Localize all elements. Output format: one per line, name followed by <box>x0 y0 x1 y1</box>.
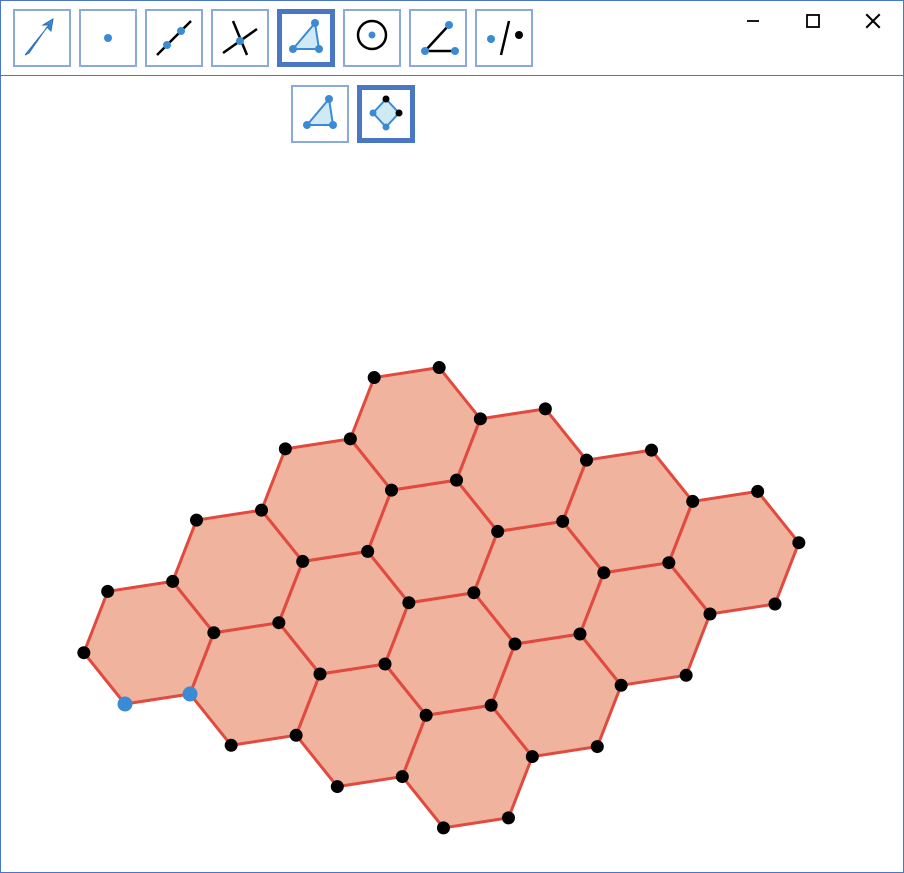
polygon-tool[interactable] <box>277 9 335 67</box>
vertex-point[interactable] <box>491 525 504 538</box>
titlebar <box>1 1 903 76</box>
maximize-icon <box>805 13 821 29</box>
main-toolbar <box>13 9 533 67</box>
vertex-point[interactable] <box>225 739 238 752</box>
vertex-point[interactable] <box>645 444 658 457</box>
app-window <box>0 0 904 873</box>
vertex-point[interactable] <box>290 729 303 742</box>
vertex-point[interactable] <box>591 740 604 753</box>
vertex-point[interactable] <box>792 536 805 549</box>
vertex-point[interactable] <box>502 811 515 824</box>
vertex-point[interactable] <box>433 361 446 374</box>
vertex-point[interactable] <box>207 626 220 639</box>
vertex-point[interactable] <box>437 821 450 834</box>
vertex-point[interactable] <box>539 402 552 415</box>
vertex-point[interactable] <box>402 596 415 609</box>
vertex-point[interactable] <box>272 616 285 629</box>
vertex-point[interactable] <box>769 598 782 611</box>
drawing-canvas[interactable] <box>1 75 903 872</box>
vertex-point[interactable] <box>662 556 675 569</box>
maximize-button[interactable] <box>783 1 843 41</box>
arrow-icon <box>19 15 65 61</box>
point-tool[interactable] <box>79 9 137 67</box>
vertex-point[interactable] <box>574 628 587 641</box>
vertex-point[interactable] <box>474 412 487 425</box>
vertex-point[interactable] <box>396 770 409 783</box>
perpendicular-tool[interactable] <box>211 9 269 67</box>
vertex-point[interactable] <box>686 495 699 508</box>
defining-point[interactable] <box>183 687 198 702</box>
vertex-point[interactable] <box>680 669 693 682</box>
window-controls <box>723 1 903 41</box>
vertex-point[interactable] <box>509 638 522 651</box>
vertex-point[interactable] <box>255 504 268 517</box>
line-icon <box>151 15 197 61</box>
vertex-point[interactable] <box>279 442 292 455</box>
vertex-point[interactable] <box>385 484 398 497</box>
vertex-point[interactable] <box>166 575 179 588</box>
polygon-icon <box>283 15 329 61</box>
vertex-point[interactable] <box>314 668 327 681</box>
canvas-svg <box>1 75 903 872</box>
vertex-point[interactable] <box>597 566 610 579</box>
vertex-point[interactable] <box>331 780 344 793</box>
reflect-tool[interactable] <box>475 9 533 67</box>
vertex-point[interactable] <box>344 432 357 445</box>
vertex-point[interactable] <box>296 555 309 568</box>
angle-icon <box>415 15 461 61</box>
vertex-point[interactable] <box>485 699 498 712</box>
vertex-point[interactable] <box>751 485 764 498</box>
reflect-icon <box>481 15 527 61</box>
minimize-button[interactable] <box>723 1 783 41</box>
vertex-point[interactable] <box>101 585 114 598</box>
circle-tool[interactable] <box>343 9 401 67</box>
perpendicular-icon <box>217 15 263 61</box>
move-tool[interactable] <box>13 9 71 67</box>
vertex-point[interactable] <box>368 371 381 384</box>
angle-tool[interactable] <box>409 9 467 67</box>
vertex-point[interactable] <box>526 750 539 763</box>
circle-icon <box>349 15 395 61</box>
point-icon <box>85 15 131 61</box>
vertex-point[interactable] <box>450 474 463 487</box>
close-button[interactable] <box>843 1 903 41</box>
line-tool[interactable] <box>145 9 203 67</box>
vertex-point[interactable] <box>556 515 569 528</box>
vertex-point[interactable] <box>361 545 374 558</box>
minimize-icon <box>745 13 761 29</box>
vertex-point[interactable] <box>615 679 628 692</box>
vertex-point[interactable] <box>580 454 593 467</box>
vertex-point[interactable] <box>704 608 717 621</box>
vertex-point[interactable] <box>190 514 203 527</box>
defining-point[interactable] <box>118 697 133 712</box>
close-icon <box>864 12 882 30</box>
vertex-point[interactable] <box>379 658 392 671</box>
vertex-point[interactable] <box>77 646 90 659</box>
vertex-point[interactable] <box>467 586 480 599</box>
vertex-point[interactable] <box>420 709 433 722</box>
